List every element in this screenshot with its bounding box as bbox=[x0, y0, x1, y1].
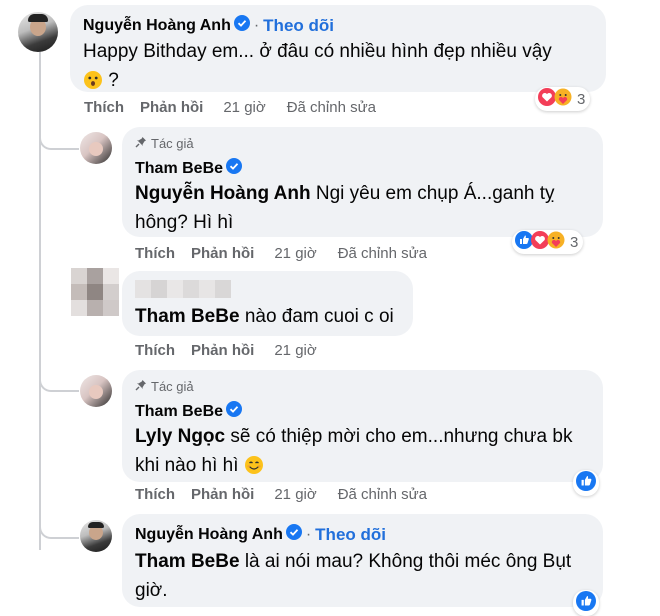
mention-link[interactable]: Nguyễn Hoàng Anh bbox=[135, 183, 311, 204]
reply-button[interactable]: Phản hồi bbox=[191, 486, 254, 503]
reaction-count: 3 bbox=[577, 90, 586, 108]
avatar[interactable] bbox=[80, 375, 112, 407]
comment-author[interactable]: Nguyễn Hoàng Anh bbox=[135, 526, 283, 544]
comment-author[interactable]: Tham BeBe bbox=[135, 160, 223, 178]
like-reaction-icon bbox=[576, 470, 596, 496]
like-button[interactable]: Thích bbox=[135, 342, 175, 359]
like-button[interactable]: Thích bbox=[135, 486, 175, 503]
verified-icon bbox=[233, 15, 250, 36]
separator-dot: · bbox=[305, 525, 312, 543]
follow-link[interactable]: Theo dõi bbox=[263, 16, 334, 36]
timestamp[interactable]: 21 giờ bbox=[274, 342, 316, 359]
mention-link[interactable]: Tham BeBe bbox=[135, 551, 240, 572]
timestamp[interactable]: 21 giờ bbox=[274, 486, 316, 503]
follow-link[interactable]: Theo dõi bbox=[315, 525, 386, 545]
smiling-emoji-icon bbox=[244, 455, 264, 484]
verified-icon bbox=[226, 158, 243, 179]
timestamp[interactable]: 21 giờ bbox=[223, 99, 265, 116]
reaction-summary[interactable] bbox=[573, 590, 599, 616]
comment-text-tail: ? bbox=[108, 70, 119, 91]
astonished-emoji-icon bbox=[83, 70, 103, 99]
avatar[interactable] bbox=[18, 12, 58, 52]
thread-connector bbox=[39, 360, 79, 392]
thread-connector bbox=[39, 118, 79, 150]
like-button[interactable]: Thích bbox=[84, 99, 124, 116]
comment-author[interactable]: Nguyễn Hoàng Anh bbox=[83, 17, 231, 35]
thread-connector bbox=[39, 505, 79, 539]
comment-author[interactable]: Tham BeBe bbox=[135, 403, 223, 421]
care-reaction-icon bbox=[547, 231, 565, 254]
reaction-summary[interactable]: 3 bbox=[535, 87, 591, 111]
comment-bubble: Tác giả Tham BeBe Nguyễn Hoàng Anh Ngi y… bbox=[122, 127, 603, 237]
comment-bubble: Tác giả Tham BeBe Lyly Ngọc sẽ có thiệp … bbox=[122, 370, 603, 482]
author-badge: Tác giả bbox=[151, 136, 194, 151]
comment-actions: Thích Phản hồi 21 giờ bbox=[135, 342, 317, 359]
author-badge-icon bbox=[135, 136, 147, 151]
like-reaction-icon bbox=[576, 590, 596, 616]
avatar[interactable] bbox=[80, 520, 112, 552]
reply-button[interactable]: Phản hồi bbox=[191, 342, 254, 359]
comment-bubble: Nguyễn Hoàng Anh · Theo dõi Happy Bithda… bbox=[70, 5, 606, 92]
comment-actions: Thích Phản hồi 21 giờ Đã chỉnh sửa bbox=[135, 486, 427, 503]
edited-label[interactable]: Đã chỉnh sửa bbox=[287, 99, 376, 116]
verified-icon bbox=[226, 401, 243, 422]
reaction-summary[interactable]: 3 bbox=[512, 230, 584, 254]
avatar[interactable] bbox=[80, 132, 112, 164]
care-reaction-icon bbox=[554, 88, 572, 111]
edited-label[interactable]: Đã chỉnh sửa bbox=[338, 245, 427, 262]
comment-actions: Thích Phản hồi 21 giờ Đã chỉnh sửa bbox=[84, 99, 376, 116]
separator-dot: · bbox=[253, 16, 260, 34]
comment-bubble: Tham BeBe nào đam cuoi c oi bbox=[122, 271, 413, 336]
timestamp[interactable]: 21 giờ bbox=[274, 245, 316, 262]
reaction-summary[interactable] bbox=[573, 470, 599, 496]
mention-link[interactable]: Lyly Ngọc bbox=[135, 426, 225, 447]
verified-icon bbox=[285, 524, 302, 545]
reply-button[interactable]: Phản hồi bbox=[140, 99, 203, 116]
comment-text: Happy Bithday em... ở đâu có nhiều hình … bbox=[83, 41, 552, 62]
comment-bubble: Nguyễn Hoàng Anh · Theo dõi Tham BeBe là… bbox=[122, 514, 603, 607]
comment-actions: Thích Phản hồi 21 giờ Đã chỉnh sửa bbox=[135, 245, 427, 262]
comment-text: nào đam cuoi c oi bbox=[244, 306, 394, 327]
reply-button[interactable]: Phản hồi bbox=[191, 245, 254, 262]
reaction-count: 3 bbox=[570, 233, 579, 251]
author-badge: Tác giả bbox=[151, 379, 194, 394]
like-button[interactable]: Thích bbox=[135, 245, 175, 262]
author-badge-icon bbox=[135, 379, 147, 394]
avatar[interactable] bbox=[71, 268, 119, 316]
mention-link[interactable]: Tham BeBe bbox=[135, 306, 240, 327]
edited-label[interactable]: Đã chỉnh sửa bbox=[338, 486, 427, 503]
blurred-author-name bbox=[135, 280, 231, 298]
